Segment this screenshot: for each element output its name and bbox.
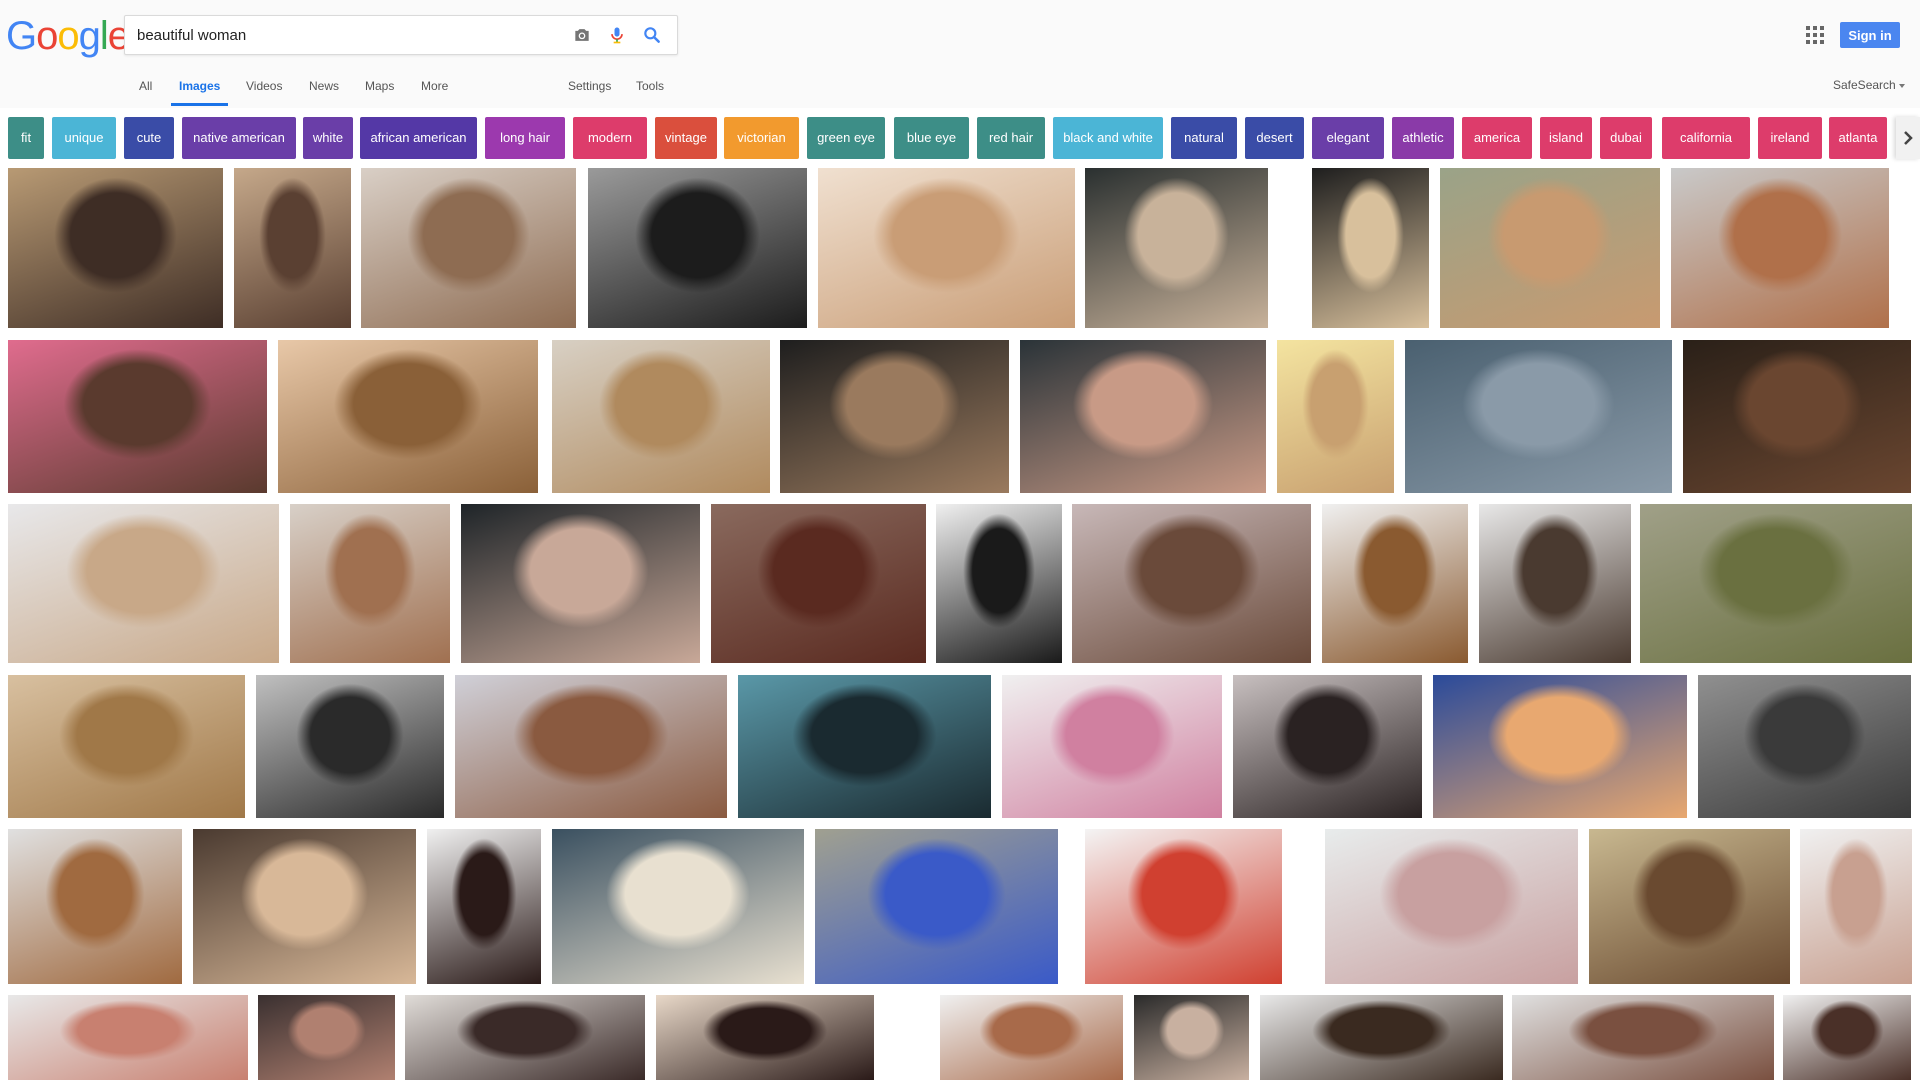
image-result-thumbnail[interactable] [258, 995, 395, 1080]
image-result-thumbnail[interactable] [1479, 504, 1631, 663]
image-result-thumbnail[interactable] [405, 995, 645, 1080]
image-result-thumbnail[interactable] [1433, 675, 1687, 818]
image-result-thumbnail[interactable] [1085, 168, 1268, 328]
image-result-thumbnail[interactable] [780, 340, 1009, 493]
image-result-thumbnail[interactable] [1134, 995, 1249, 1080]
image-result-thumbnail[interactable] [1800, 829, 1912, 984]
image-result-thumbnail[interactable] [588, 168, 807, 328]
image-result-thumbnail[interactable] [1671, 168, 1889, 328]
image-result-thumbnail[interactable] [1698, 675, 1911, 818]
image-result-thumbnail[interactable] [815, 829, 1058, 984]
image-result-thumbnail[interactable] [1312, 168, 1429, 328]
image-result-thumbnail[interactable] [1020, 340, 1266, 493]
image-result-thumbnail[interactable] [818, 168, 1075, 328]
image-result-thumbnail[interactable] [278, 340, 538, 493]
image-result-thumbnail[interactable] [1512, 995, 1774, 1080]
image-result-thumbnail[interactable] [8, 675, 245, 818]
image-result-thumbnail[interactable] [1405, 340, 1672, 493]
image-result-thumbnail[interactable] [1589, 829, 1790, 984]
image-result-thumbnail[interactable] [1325, 829, 1578, 984]
image-result-thumbnail[interactable] [936, 504, 1062, 663]
image-result-thumbnail[interactable] [1783, 995, 1911, 1080]
image-result-thumbnail[interactable] [552, 829, 804, 984]
image-result-thumbnail[interactable] [193, 829, 416, 984]
image-result-thumbnail[interactable] [940, 995, 1123, 1080]
image-result-thumbnail[interactable] [361, 168, 576, 328]
image-result-thumbnail[interactable] [8, 340, 267, 493]
image-result-thumbnail[interactable] [256, 675, 444, 818]
image-result-thumbnail[interactable] [1277, 340, 1394, 493]
image-result-thumbnail[interactable] [711, 504, 926, 663]
image-result-thumbnail[interactable] [552, 340, 770, 493]
image-result-thumbnail[interactable] [461, 504, 700, 663]
image-result-thumbnail[interactable] [1683, 340, 1911, 493]
image-result-thumbnail[interactable] [8, 995, 248, 1080]
image-result-thumbnail[interactable] [1233, 675, 1422, 818]
image-result-thumbnail[interactable] [1085, 829, 1282, 984]
image-result-thumbnail[interactable] [1072, 504, 1311, 663]
image-result-thumbnail[interactable] [656, 995, 874, 1080]
image-result-thumbnail[interactable] [1322, 504, 1468, 663]
image-result-thumbnail[interactable] [8, 829, 182, 984]
image-result-thumbnail[interactable] [427, 829, 541, 984]
image-result-thumbnail[interactable] [1002, 675, 1222, 818]
image-result-thumbnail[interactable] [1640, 504, 1912, 663]
image-result-thumbnail[interactable] [738, 675, 991, 818]
image-result-thumbnail[interactable] [8, 168, 223, 328]
image-results-grid [0, 0, 1920, 1080]
image-result-thumbnail[interactable] [290, 504, 450, 663]
image-result-thumbnail[interactable] [8, 504, 279, 663]
image-result-thumbnail[interactable] [455, 675, 727, 818]
image-result-thumbnail[interactable] [234, 168, 351, 328]
image-result-thumbnail[interactable] [1260, 995, 1503, 1080]
image-result-thumbnail[interactable] [1440, 168, 1660, 328]
